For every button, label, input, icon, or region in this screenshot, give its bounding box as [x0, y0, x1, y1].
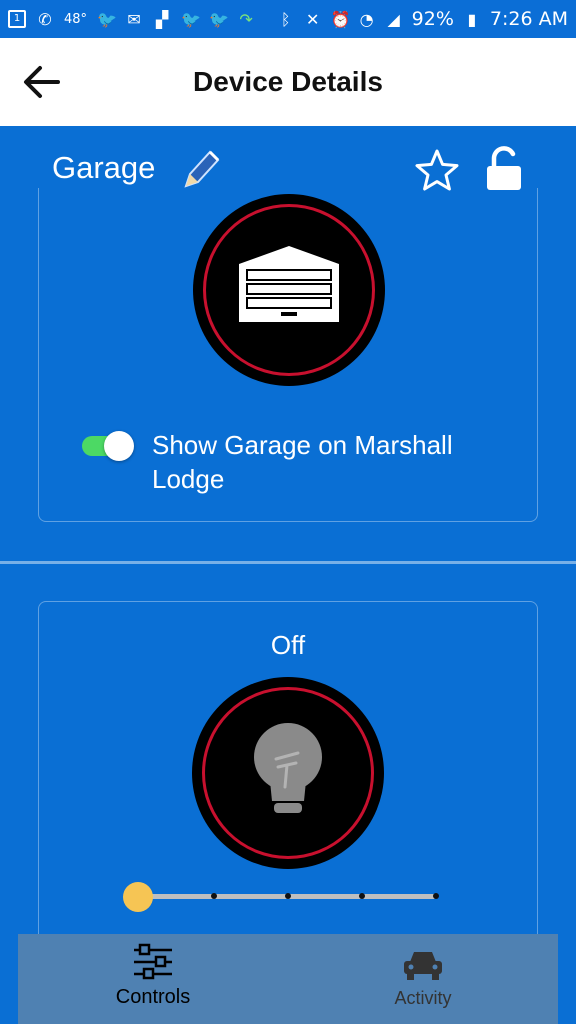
- tab-activity-label: Activity: [394, 988, 452, 1008]
- light-bulb-icon: [254, 723, 322, 813]
- garage-door-icon: [239, 246, 339, 322]
- slider-thumb[interactable]: [123, 882, 153, 912]
- arrow-left-icon: [24, 66, 60, 98]
- page-title: Device Details: [193, 66, 383, 97]
- signal-icon: ◢: [387, 9, 400, 29]
- notification-count-badge: 1: [8, 10, 26, 28]
- section-divider: [0, 561, 576, 564]
- sync-icon: ↷: [239, 9, 253, 29]
- bottom-navigation: Controls Activity: [18, 934, 558, 1024]
- twitter-icon: 🐦: [209, 9, 229, 29]
- toggle-knob: [104, 431, 134, 461]
- tab-controls[interactable]: Controls: [18, 934, 288, 1024]
- light-state-label: Off: [270, 630, 306, 660]
- battery-icon: ▮: [467, 9, 477, 29]
- slider-stop: [433, 893, 439, 899]
- device-name: Garage: [52, 150, 156, 185]
- clock-time: 7:26 AM: [489, 8, 568, 30]
- show-on-home-toggle[interactable]: [82, 430, 134, 461]
- twitter-icon: 🐦: [181, 9, 201, 29]
- toggle-label: Show Garage on Marshall Lodge: [152, 430, 453, 494]
- light-toggle-button[interactable]: [192, 677, 384, 869]
- garage-door-button[interactable]: [193, 194, 385, 386]
- star-icon: [415, 149, 459, 191]
- twitter-icon: 🐦: [97, 9, 117, 29]
- app-bar: Device Details: [0, 38, 576, 126]
- tab-controls-label: Controls: [115, 986, 191, 1008]
- battery-percent: 92%: [411, 8, 454, 30]
- brightness-slider[interactable]: [120, 880, 450, 914]
- missed-call-icon: ✆: [38, 9, 52, 29]
- wifi-icon: ◔: [359, 9, 374, 29]
- back-button[interactable]: [22, 62, 62, 102]
- alarm-icon: ⏰: [330, 9, 351, 29]
- status-bar: 1 ✆ 48° 🐦 ✉ ▞ 🐦 🐦 ↷ ᛒ ✕ ⏰ ◔ ◢ 92% ▮ 7:26…: [0, 0, 576, 38]
- sliders-icon: [134, 943, 172, 980]
- mute-icon: ✕: [305, 9, 320, 29]
- slider-stop: [211, 893, 217, 899]
- slider-stop: [359, 893, 365, 899]
- bluetooth-icon: ᛒ: [280, 9, 291, 29]
- temperature-text: 48°: [64, 11, 88, 27]
- slider-stop: [285, 893, 291, 899]
- car-icon: [404, 952, 442, 980]
- email-icon: ✉: [127, 9, 141, 29]
- flipboard-icon: ▞: [155, 9, 169, 29]
- tab-activity[interactable]: Activity: [288, 934, 558, 1024]
- pencil-icon: [184, 150, 220, 188]
- unlock-icon: [487, 146, 521, 190]
